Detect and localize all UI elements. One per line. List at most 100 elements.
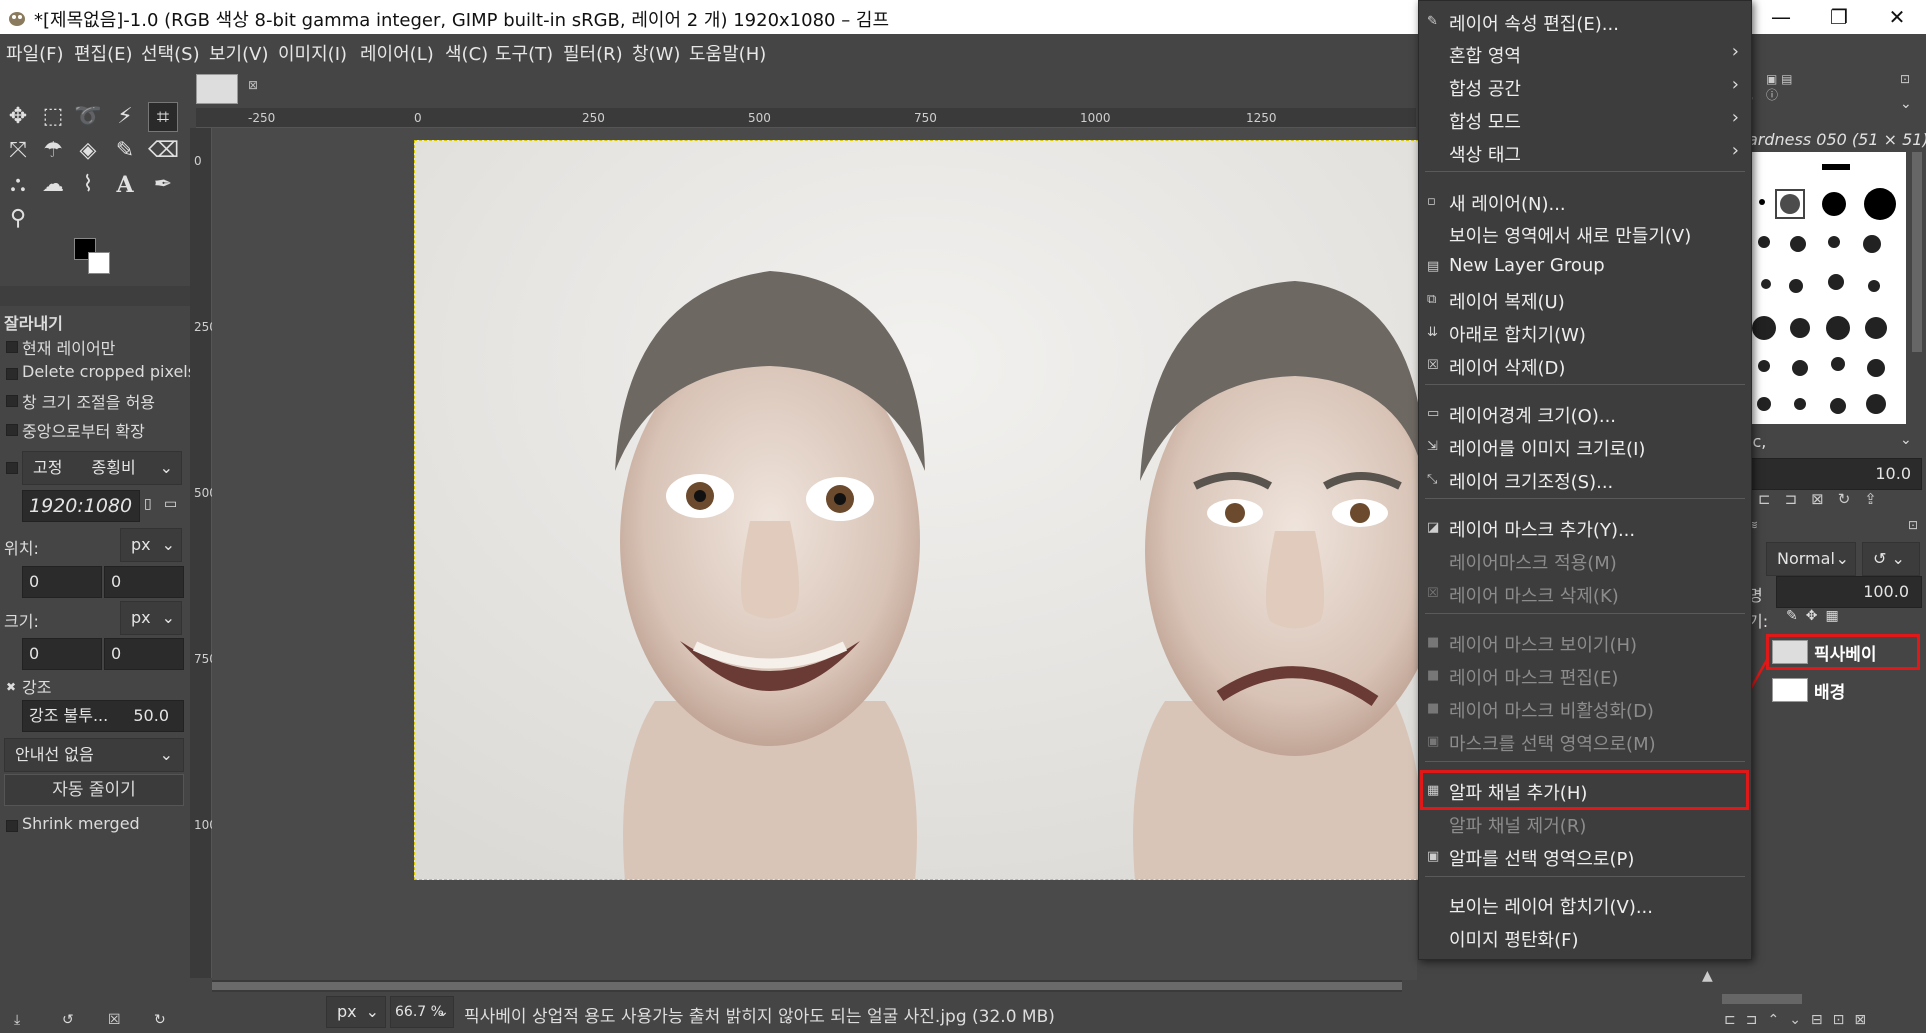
delete-cropped-checkbox[interactable]: [6, 368, 18, 380]
guides-dropdown[interactable]: 안내선 없음 ⌄: [4, 738, 184, 772]
allow-growing-checkbox[interactable]: [6, 395, 18, 407]
save-options-icon[interactable]: ⤓: [14, 1012, 20, 1028]
chevron-down-icon[interactable]: ⌄: [1900, 96, 1912, 112]
smudge-tool-icon[interactable]: ☁: [38, 170, 68, 200]
menu-item[interactable]: ⇊ 아래로 합치기(W): [1419, 316, 1751, 348]
brush-actions-icons[interactable]: ⊏⊐⊠↻⇪: [1758, 490, 1891, 508]
menu-edit[interactable]: 편집(E): [74, 40, 133, 66]
ratio-field[interactable]: 1920:1080: [22, 490, 140, 522]
dock-menu-icon[interactable]: ⊡: [1908, 518, 1918, 532]
lock-icons[interactable]: ✎✥▦: [1786, 608, 1847, 624]
spacing-slider[interactable]: 10.0: [1746, 458, 1922, 490]
eraser-tool-icon[interactable]: ⌫: [148, 136, 179, 166]
lasso-tool-icon[interactable]: ➰: [73, 102, 103, 132]
reset-options-icon[interactable]: ↻: [154, 1012, 166, 1028]
fuzzy-select-tool-icon[interactable]: ⚡: [110, 102, 140, 132]
menu-filters[interactable]: 필터(R): [563, 40, 623, 66]
portrait-icon[interactable]: ▯: [144, 496, 152, 512]
unit-dropdown[interactable]: px ⌄: [326, 996, 386, 1028]
image-canvas[interactable]: [414, 140, 1424, 880]
position-x-field[interactable]: 0: [22, 566, 102, 598]
opacity-slider[interactable]: 100.0: [1776, 576, 1922, 608]
paths-tool-icon[interactable]: ⌇: [73, 170, 103, 200]
menu-file[interactable]: 파일(F): [6, 40, 64, 66]
menu-color[interactable]: 색(C): [445, 40, 488, 66]
highlight-opacity-slider[interactable]: 강조 불투... 50.0: [22, 700, 184, 732]
crop-tool-icon[interactable]: ⌗: [148, 102, 178, 132]
move-tool-icon[interactable]: ✥: [3, 102, 33, 132]
menu-item[interactable]: 혼합 영역 ›: [1419, 37, 1751, 69]
edit-icon: ✎: [1427, 14, 1438, 29]
menu-item[interactable]: 보이는 레이어 합치기(V)...: [1419, 888, 1751, 920]
brush-scrollbar[interactable]: [1912, 152, 1922, 352]
position-unit-dropdown[interactable]: px ⌄: [120, 528, 182, 562]
size-w-field[interactable]: 0: [22, 638, 102, 670]
dock-menu-icon[interactable]: ⊡: [1900, 72, 1910, 86]
maximize-button[interactable]: ❐: [1810, 0, 1868, 34]
zoom-tool-icon[interactable]: ⚲: [3, 204, 33, 234]
menu-tools[interactable]: 도구(T): [495, 40, 553, 66]
menu-item[interactable]: ▣ 알파를 선택 영역으로(P): [1419, 840, 1751, 872]
horizontal-scrollbar[interactable]: [212, 980, 1402, 992]
restore-options-icon[interactable]: ↺: [62, 1012, 74, 1028]
layers-scrollbar[interactable]: [1722, 994, 1802, 1004]
color-picker-tool-icon[interactable]: ✒: [148, 170, 178, 200]
menu-item[interactable]: ⇲ 레이어를 이미지 크기로(I): [1419, 430, 1751, 462]
menu-item[interactable]: ⤡ 레이어 크기조정(S)...: [1419, 463, 1751, 495]
menu-item[interactable]: ⧉ 레이어 복제(U): [1419, 283, 1751, 315]
bucket-fill-tool-icon[interactable]: ◈: [73, 136, 103, 166]
auto-shrink-button[interactable]: 자동 줄이기: [4, 774, 184, 806]
warp-tool-icon[interactable]: ☂: [38, 136, 68, 166]
size-unit-dropdown[interactable]: px ⌄: [120, 601, 182, 635]
menu-item[interactable]: 합성 모드 ›: [1419, 103, 1751, 135]
menu-item[interactable]: 색상 태그 ›: [1419, 136, 1751, 168]
menu-layer[interactable]: 레이어(L): [360, 40, 434, 66]
menu-item[interactable]: ▫ 새 레이어(N)...: [1419, 185, 1751, 217]
shrink-merged-checkbox[interactable]: [6, 820, 18, 832]
menu-item[interactable]: ✎ 레이어 속성 편집(E)...: [1419, 5, 1751, 37]
menu-item[interactable]: ☒ 레이어 삭제(D): [1419, 349, 1751, 381]
layer-mode-dropdown[interactable]: Normal ⌄: [1766, 542, 1856, 576]
menu-windows[interactable]: 창(W): [632, 40, 680, 66]
zoom-dropdown[interactable]: 66.7 % ⌄: [390, 996, 454, 1028]
aspect-label: 종횡비: [91, 458, 136, 477]
menu-select[interactable]: 선택(S): [141, 40, 200, 66]
rect-select-tool-icon[interactable]: ⬚: [38, 102, 68, 132]
menu-item[interactable]: 합성 공간 ›: [1419, 70, 1751, 102]
text-tool-icon[interactable]: A: [110, 170, 140, 200]
transform-tool-icon[interactable]: ⤧: [3, 136, 33, 166]
menu-item[interactable]: ▭ 레이어경계 크기(O)...: [1419, 397, 1751, 429]
chevron-down-icon[interactable]: ⌄: [1900, 432, 1912, 448]
clone-tool-icon[interactable]: ⛬: [3, 170, 33, 200]
aspect-dropdown[interactable]: 고정 종횡비 ⌄: [22, 451, 182, 485]
composite-dropdown[interactable]: ↺ ⌄: [1862, 542, 1920, 576]
image-tab-thumbnail[interactable]: [196, 74, 238, 104]
navigate-icon[interactable]: ▲: [1702, 968, 1713, 984]
menu-item[interactable]: ▦ 알파 채널 추가(H): [1419, 770, 1751, 810]
menu-item[interactable]: ◪ 레이어 마스크 추가(Y)...: [1419, 511, 1751, 543]
dock-tab-icons[interactable]: ▣ ▤ ⓘ: [1766, 72, 1806, 102]
layer-actions-icons[interactable]: ⊏⊐⌃⌄⊟⊡⊠: [1724, 1012, 1876, 1028]
current-layer-only-checkbox[interactable]: [6, 341, 18, 353]
landscape-icon[interactable]: ▭: [164, 496, 177, 512]
expand-center-checkbox[interactable]: [6, 424, 18, 436]
menu-item[interactable]: 보이는 영역에서 새로 만들기(V): [1419, 217, 1751, 249]
menu-item[interactable]: ▤ New Layer Group: [1419, 250, 1751, 282]
menu-view[interactable]: 보기(V): [209, 40, 268, 66]
minimize-button[interactable]: —: [1752, 0, 1810, 34]
background-color-swatch[interactable]: [88, 252, 110, 274]
menu-item-label: 혼합 영역: [1449, 46, 1521, 67]
menu-help[interactable]: 도움말(H): [689, 40, 766, 66]
paintbrush-tool-icon[interactable]: ✎: [110, 136, 140, 166]
menu-item[interactable]: 이미지 평탄화(F): [1419, 921, 1751, 953]
delete-options-icon[interactable]: ☒: [108, 1012, 121, 1028]
brush-grid[interactable]: [1750, 152, 1906, 424]
close-button[interactable]: ✕: [1868, 0, 1926, 34]
fixed-checkbox[interactable]: [6, 462, 18, 474]
position-y-field[interactable]: 0: [104, 566, 184, 598]
horizontal-scroll-thumb[interactable]: [212, 982, 1402, 990]
close-tab-icon[interactable]: ⊠: [248, 78, 258, 92]
size-h-field[interactable]: 0: [104, 638, 184, 670]
highlight-checkbox[interactable]: ✖: [6, 680, 16, 694]
menu-image[interactable]: 이미지(I): [278, 40, 347, 66]
